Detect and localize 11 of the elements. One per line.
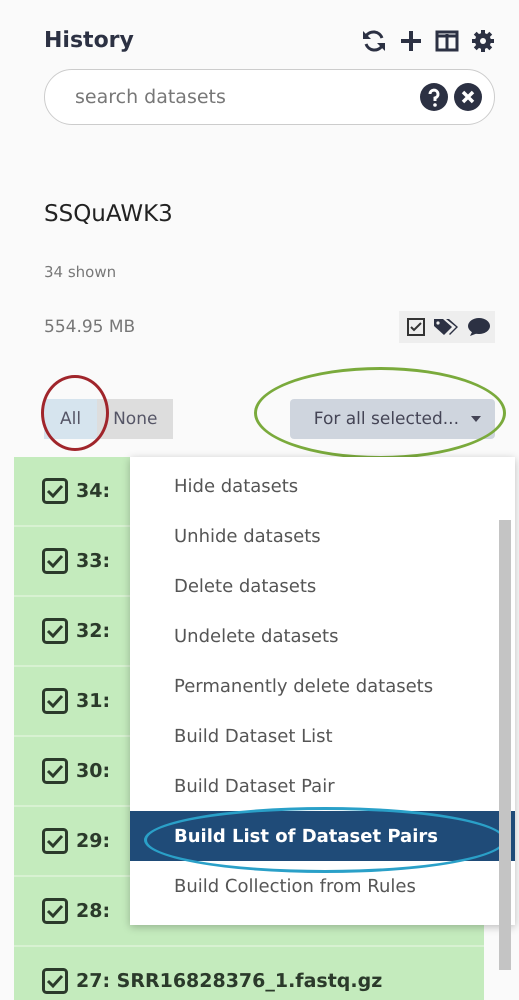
dataset-name: 32: [76, 620, 110, 642]
dataset-name: 28: [76, 900, 110, 922]
shown-count: 34 shown [44, 263, 118, 281]
panel-title: History [44, 28, 134, 53]
dataset-name: 29: [76, 830, 110, 852]
dataset-name: 31: [76, 690, 110, 712]
dataset-name: 27: SRR16828376_1.fastq.gz [76, 970, 382, 992]
dataset-name: 34: [76, 480, 110, 502]
dataset-name: 30: [76, 760, 110, 782]
history-size: 554.95 MB [44, 317, 136, 337]
dataset-name: 33: [76, 550, 110, 572]
